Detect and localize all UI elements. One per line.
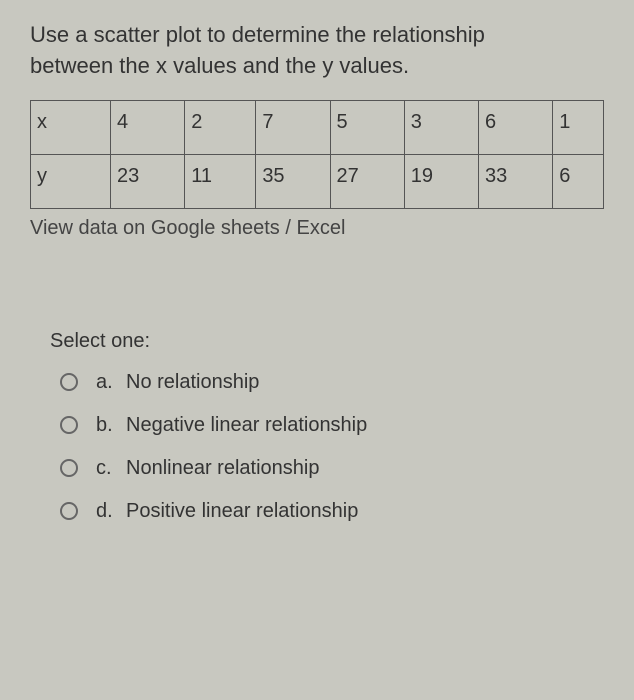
row-label-x: x	[31, 100, 111, 154]
cell: 1	[553, 100, 604, 154]
cell: 2	[185, 100, 256, 154]
cell: 27	[330, 154, 404, 208]
cell: 19	[404, 154, 478, 208]
question-line2: between the x values and the y values.	[30, 53, 409, 78]
view-data-link[interactable]: View data on Google sheets / Excel	[30, 217, 604, 240]
table-row: x 4 2 7 5 3 6 1	[31, 100, 604, 154]
option-d[interactable]: d. Positive linear relationship	[60, 500, 604, 523]
radio-icon[interactable]	[60, 373, 78, 391]
cell: 23	[111, 154, 185, 208]
radio-icon[interactable]	[60, 416, 78, 434]
option-c[interactable]: c. Nonlinear relationship	[60, 457, 604, 480]
option-letter: a.	[96, 371, 126, 394]
option-a[interactable]: a. No relationship	[60, 371, 604, 394]
option-letter: b.	[96, 414, 126, 437]
cell: 7	[256, 100, 330, 154]
option-text: No relationship	[126, 371, 604, 394]
option-text: Nonlinear relationship	[126, 457, 604, 480]
option-b[interactable]: b. Negative linear relationship	[60, 414, 604, 437]
option-letter: d.	[96, 500, 126, 523]
select-prompt: Select one:	[50, 330, 604, 353]
cell: 3	[404, 100, 478, 154]
cell: 5	[330, 100, 404, 154]
option-text: Negative linear relationship	[126, 414, 604, 437]
question-text: Use a scatter plot to determine the rela…	[30, 20, 604, 82]
cell: 6	[478, 100, 552, 154]
radio-icon[interactable]	[60, 502, 78, 520]
data-table: x 4 2 7 5 3 6 1 y 23 11 35 27 19 33 6	[30, 100, 604, 209]
cell: 11	[185, 154, 256, 208]
question-line1: Use a scatter plot to determine the rela…	[30, 22, 485, 47]
cell: 35	[256, 154, 330, 208]
option-text: Positive linear relationship	[126, 500, 604, 523]
cell: 6	[553, 154, 604, 208]
options-list: a. No relationship b. Negative linear re…	[60, 371, 604, 523]
cell: 4	[111, 100, 185, 154]
table-row: y 23 11 35 27 19 33 6	[31, 154, 604, 208]
option-letter: c.	[96, 457, 126, 480]
radio-icon[interactable]	[60, 459, 78, 477]
row-label-y: y	[31, 154, 111, 208]
cell: 33	[478, 154, 552, 208]
